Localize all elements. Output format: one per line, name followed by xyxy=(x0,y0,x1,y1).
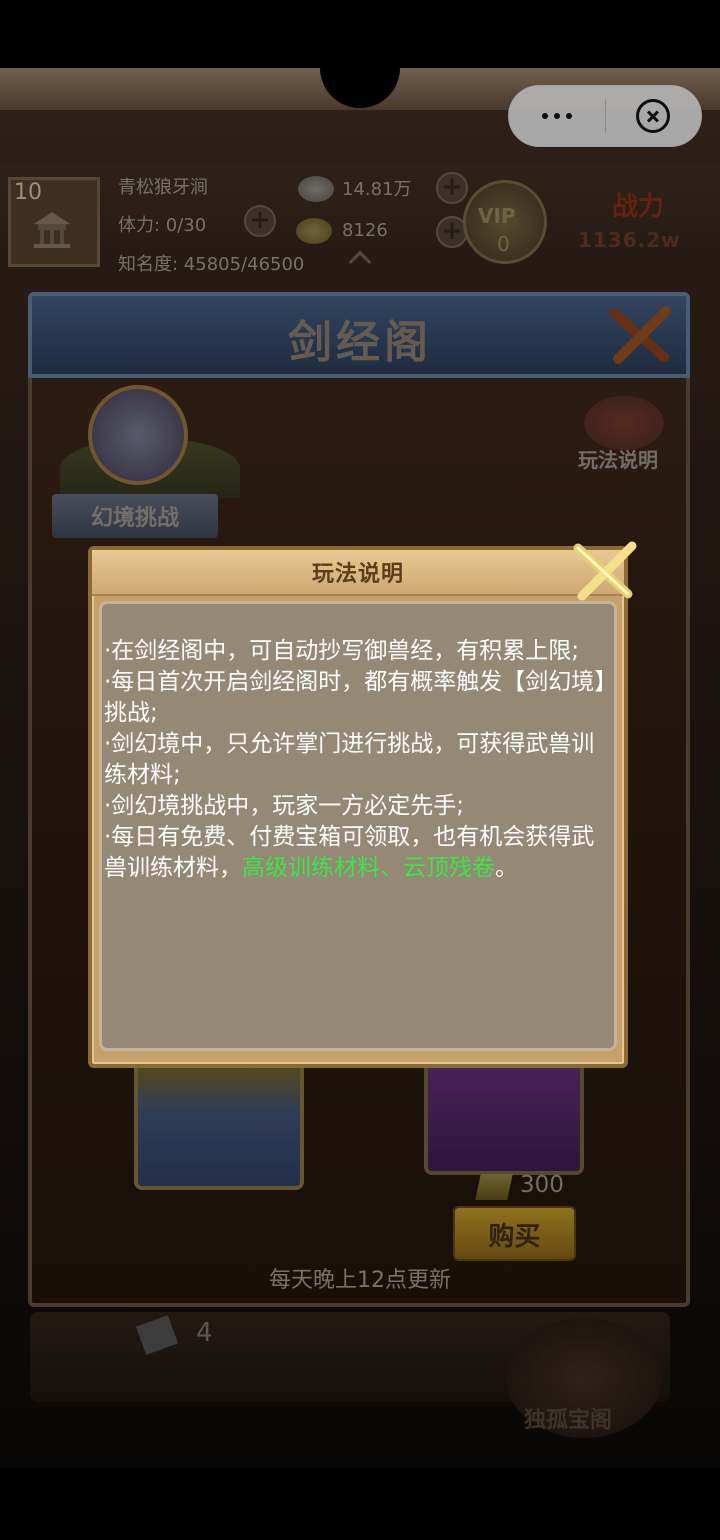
rule-item-5-end: 。 xyxy=(495,855,518,881)
rule-item-5-highlight: 高级训练材料、云顶残卷 xyxy=(242,855,495,881)
rules-text: ·在剑经阁中，可自动抄写御兽经，有积累上限; ·每日首次开启剑经阁时，都有概率触… xyxy=(104,636,612,884)
rule-item-1: ·在剑经阁中，可自动抄写御兽经，有积累上限; xyxy=(104,638,580,664)
rule-item-2: ·每日首次开启剑经阁时，都有概率触发【剑幻境】挑战; xyxy=(104,669,606,726)
rule-item-4: ·剑幻境挑战中，玩家一方必定先手; xyxy=(104,793,465,819)
rule-item-5: ·每日有免费、付费宝箱可领取，也有机会获得武兽训练材料，高级训练材料、云顶残卷。 xyxy=(104,822,612,884)
modal-close-icon[interactable] xyxy=(572,540,638,602)
rules-modal-title: 玩法说明 xyxy=(311,562,404,587)
rule-item-3: ·剑幻境中，只允许掌门进行挑战，可获得武兽训练材料; xyxy=(104,731,595,788)
